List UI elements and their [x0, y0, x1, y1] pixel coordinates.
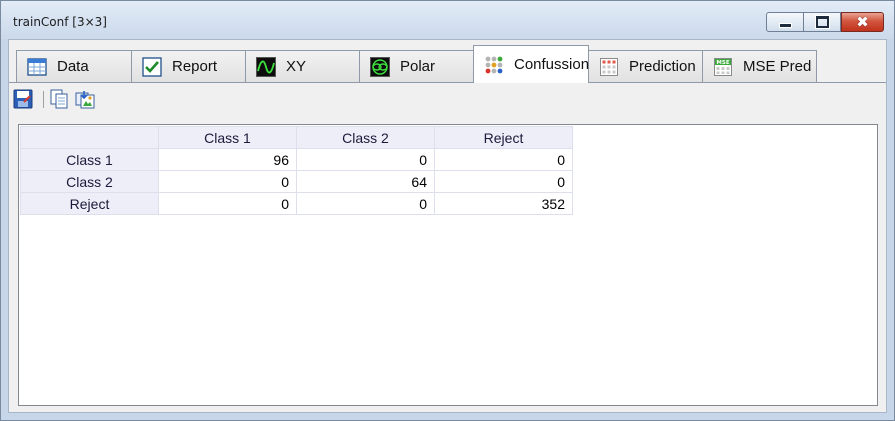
tab-confussion[interactable]: Confussion [473, 45, 589, 83]
tab-label: Polar [400, 58, 436, 75]
matrix-cell[interactable]: 0 [434, 148, 573, 171]
table-row: Reject 0 0 352 [20, 192, 573, 215]
save-icon[interactable] [13, 89, 33, 109]
tab-label: Report [172, 58, 218, 75]
tab-label: Prediction [629, 58, 696, 75]
column-header[interactable]: Class 1 [158, 126, 297, 149]
toolbar-separator [43, 91, 44, 108]
tab-report[interactable]: Report [131, 50, 246, 82]
dots-matrix-icon [485, 56, 503, 73]
tab-mse-pred[interactable]: MSE MSE Pred [702, 50, 817, 82]
checkmark-icon [142, 56, 162, 77]
tab-strip: Data Report XY Polar Confussion Predicti… [9, 40, 886, 84]
row-header[interactable]: Class 2 [20, 170, 159, 193]
content-panel: Data Report XY Polar Confussion Predicti… [8, 39, 887, 413]
title-bar[interactable]: trainConf [3×3] ✖ [1, 1, 894, 39]
matrix-cell[interactable]: 352 [434, 192, 573, 215]
confusion-matrix-table: Class 1 Class 2 Reject Class 1 96 0 0 Cl… [20, 126, 573, 215]
tab-polar[interactable]: Polar [359, 50, 474, 82]
xy-plot-icon [256, 56, 276, 77]
tab-data[interactable]: Data [16, 50, 132, 82]
tab-label: Data [57, 58, 89, 75]
matrix-cell[interactable]: 0 [296, 192, 435, 215]
table-icon [27, 57, 47, 76]
matrix-cell[interactable]: 64 [296, 170, 435, 193]
close-icon: ✖ [856, 12, 869, 31]
matrix-cell[interactable]: 0 [158, 192, 297, 215]
window-title: trainConf [3×3] [13, 15, 107, 29]
copy-icon[interactable] [49, 89, 69, 109]
minimize-icon [778, 23, 792, 28]
close-button[interactable]: ✖ [841, 12, 884, 32]
matrix-cell[interactable]: 96 [158, 148, 297, 171]
row-header[interactable]: Reject [20, 192, 159, 215]
minimize-button[interactable] [766, 12, 804, 32]
mse-icon-text: MSE [716, 60, 729, 66]
maximize-icon [815, 16, 829, 28]
table-row: Class 1 96 0 0 [20, 148, 573, 171]
column-header[interactable]: Reject [434, 126, 573, 149]
header-row: Class 1 Class 2 Reject [20, 126, 573, 149]
polar-plot-icon [370, 56, 390, 77]
maximize-button[interactable] [803, 12, 841, 32]
mse-icon: MSE [714, 57, 732, 76]
tab-prediction[interactable]: Prediction [588, 50, 703, 82]
table-row: Class 2 0 64 0 [20, 170, 573, 193]
tab-label: MSE Pred [743, 58, 812, 75]
tab-label: Confussion [514, 56, 590, 73]
column-header[interactable]: Class 2 [296, 126, 435, 149]
toolbar [9, 83, 886, 115]
tab-xy[interactable]: XY [245, 50, 360, 82]
confusion-matrix-grid: Class 1 Class 2 Reject Class 1 96 0 0 Cl… [18, 124, 878, 406]
app-window: trainConf [3×3] ✖ Data Report XY Polar C… [0, 0, 895, 421]
matrix-cell[interactable]: 0 [158, 170, 297, 193]
matrix-cell[interactable]: 0 [434, 170, 573, 193]
grid-icon [600, 57, 618, 76]
corner-cell [20, 126, 159, 149]
matrix-cell[interactable]: 0 [296, 148, 435, 171]
export-image-icon[interactable] [75, 89, 95, 109]
row-header[interactable]: Class 1 [20, 148, 159, 171]
tab-label: XY [286, 58, 307, 75]
